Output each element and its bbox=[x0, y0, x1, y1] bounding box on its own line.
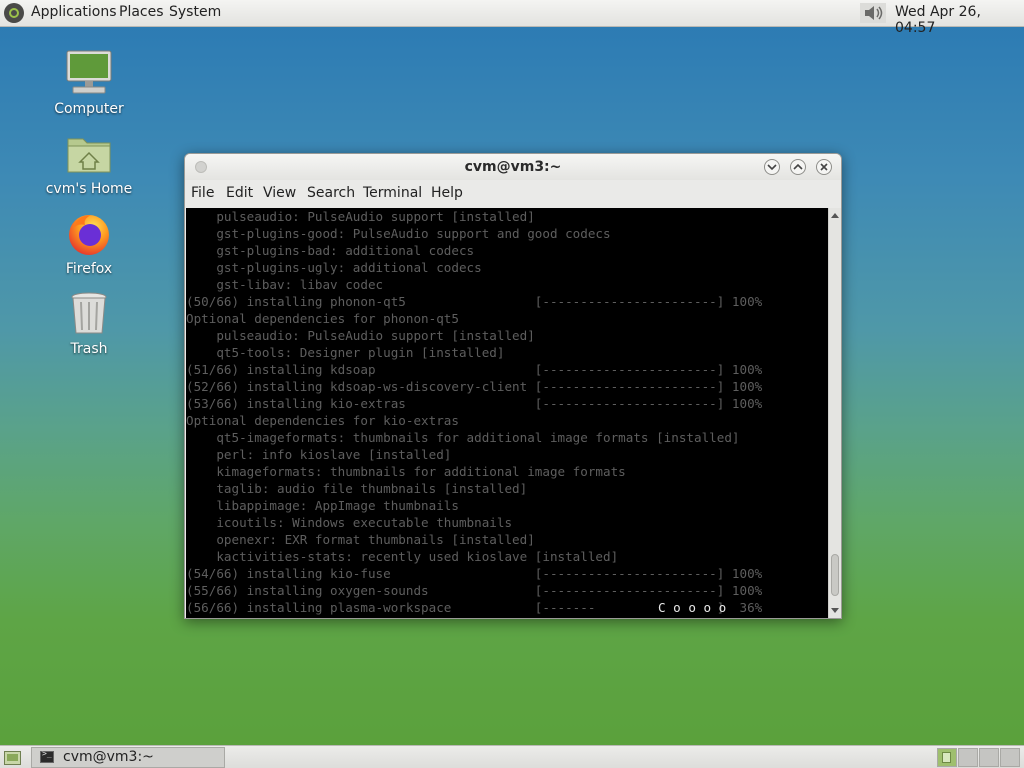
terminal-line: gst-plugins-bad: additional codecs bbox=[186, 243, 475, 258]
terminal-line: qt5-tools: Designer plugin [installed] bbox=[186, 345, 505, 360]
terminal-line: qt5-imageformats: thumbnails for additio… bbox=[186, 430, 740, 445]
menu-file[interactable]: File bbox=[191, 185, 214, 201]
workspace-4[interactable] bbox=[1000, 748, 1020, 767]
terminal-line: gst-plugins-ugly: additional codecs bbox=[186, 260, 482, 275]
clock[interactable]: Wed Apr 26, 04:57 bbox=[895, 4, 1024, 36]
terminal-line: (52/66) installing kdsoap-ws-discovery-c… bbox=[186, 379, 763, 394]
terminal-window[interactable]: cvm@vm3:~ File Edit View Search Terminal… bbox=[184, 153, 842, 619]
terminal-line: taglib: audio file thumbnails [installed… bbox=[186, 481, 528, 496]
terminal-line: (51/66) installing kdsoap [-------------… bbox=[186, 362, 763, 377]
terminal-line: Optional dependencies for phonon-qt5 bbox=[186, 311, 459, 326]
home-folder-icon bbox=[65, 129, 113, 177]
workspace-1[interactable] bbox=[937, 748, 957, 767]
desktop-icon-label: Firefox bbox=[65, 261, 113, 277]
terminal-line: openexr: EXR format thumbnails [installe… bbox=[186, 532, 535, 547]
terminal-line: Optional dependencies for kio-extras bbox=[186, 413, 459, 428]
terminal-line: kactivities-stats: recently used kioslav… bbox=[186, 549, 619, 564]
show-desktop-icon[interactable] bbox=[4, 750, 21, 765]
terminal-line: (54/66) installing kio-fuse [-----------… bbox=[186, 566, 763, 581]
applications-menu[interactable]: Applications bbox=[31, 4, 117, 20]
terminal-line: kimageformats: thumbnails for additional… bbox=[186, 464, 626, 479]
terminal-line: (53/66) installing kio-extras [---------… bbox=[186, 396, 763, 411]
terminal-line: gst-libav: libav codec bbox=[186, 277, 384, 292]
desktop-icon-home[interactable]: cvm's Home bbox=[39, 129, 139, 197]
taskbar-item-terminal[interactable]: cvm@vm3:~ bbox=[31, 747, 225, 768]
desktop-icon-label: Computer bbox=[54, 101, 124, 117]
desktop-icon-label: cvm's Home bbox=[45, 181, 133, 197]
mate-menu-icon[interactable] bbox=[4, 3, 24, 23]
terminal-line: pulseaudio: PulseAudio support [installe… bbox=[186, 328, 535, 343]
terminal-scrollbar[interactable] bbox=[828, 208, 841, 618]
scroll-down-arrow-icon[interactable] bbox=[831, 608, 839, 613]
pacman-progress-animation: C o o o o bbox=[658, 600, 727, 615]
desktop-icon-firefox[interactable]: Firefox bbox=[39, 209, 139, 277]
scrollbar-thumb[interactable] bbox=[831, 554, 839, 596]
terminal-line: icoutils: Windows executable thumbnails bbox=[186, 515, 513, 530]
taskbar-item-label: cvm@vm3:~ bbox=[63, 749, 154, 765]
terminal-output[interactable]: pulseaudio: PulseAudio support [installe… bbox=[186, 208, 828, 618]
terminal-menubar: File Edit View Search Terminal Help bbox=[185, 182, 841, 208]
computer-icon bbox=[65, 49, 113, 97]
terminal-line: libappimage: AppImage thumbnails bbox=[186, 498, 459, 513]
places-menu[interactable]: Places bbox=[119, 4, 164, 20]
desktop-icon-label: Trash bbox=[70, 341, 108, 357]
workspace-3[interactable] bbox=[979, 748, 999, 767]
menu-search[interactable]: Search bbox=[307, 185, 355, 201]
terminal-line: (55/66) installing oxygen-sounds [------… bbox=[186, 583, 763, 598]
terminal-line: perl: info kioslave [installed] bbox=[186, 447, 452, 462]
desktop-icon-trash[interactable]: Trash bbox=[39, 289, 139, 357]
maximize-button[interactable] bbox=[790, 159, 806, 175]
minimize-button[interactable] bbox=[764, 159, 780, 175]
window-titlebar[interactable]: cvm@vm3:~ bbox=[185, 154, 841, 180]
menu-edit[interactable]: Edit bbox=[226, 185, 253, 201]
bottom-panel: cvm@vm3:~ bbox=[0, 745, 1024, 768]
firefox-icon bbox=[65, 209, 113, 257]
close-button[interactable] bbox=[816, 159, 832, 175]
scroll-up-arrow-icon[interactable] bbox=[831, 213, 839, 218]
top-panel: Applications Places System Wed Apr 26, 0… bbox=[0, 0, 1024, 36]
window-title: cvm@vm3:~ bbox=[464, 159, 562, 175]
terminal-line: (50/66) installing phonon-qt5 [---------… bbox=[186, 294, 763, 309]
terminal-line: gst-plugins-good: PulseAudio support and… bbox=[186, 226, 611, 241]
volume-icon[interactable] bbox=[860, 3, 886, 23]
workspace-2[interactable] bbox=[958, 748, 978, 767]
system-menu[interactable]: System bbox=[169, 4, 221, 20]
menu-terminal[interactable]: Terminal bbox=[363, 185, 422, 201]
desktop-icon-computer[interactable]: Computer bbox=[39, 49, 139, 117]
terminal-line: pulseaudio: PulseAudio support [installe… bbox=[186, 209, 535, 224]
trash-icon bbox=[65, 289, 113, 337]
menu-view[interactable]: View bbox=[263, 185, 296, 201]
terminal-icon bbox=[40, 749, 54, 763]
menu-help[interactable]: Help bbox=[431, 185, 463, 201]
